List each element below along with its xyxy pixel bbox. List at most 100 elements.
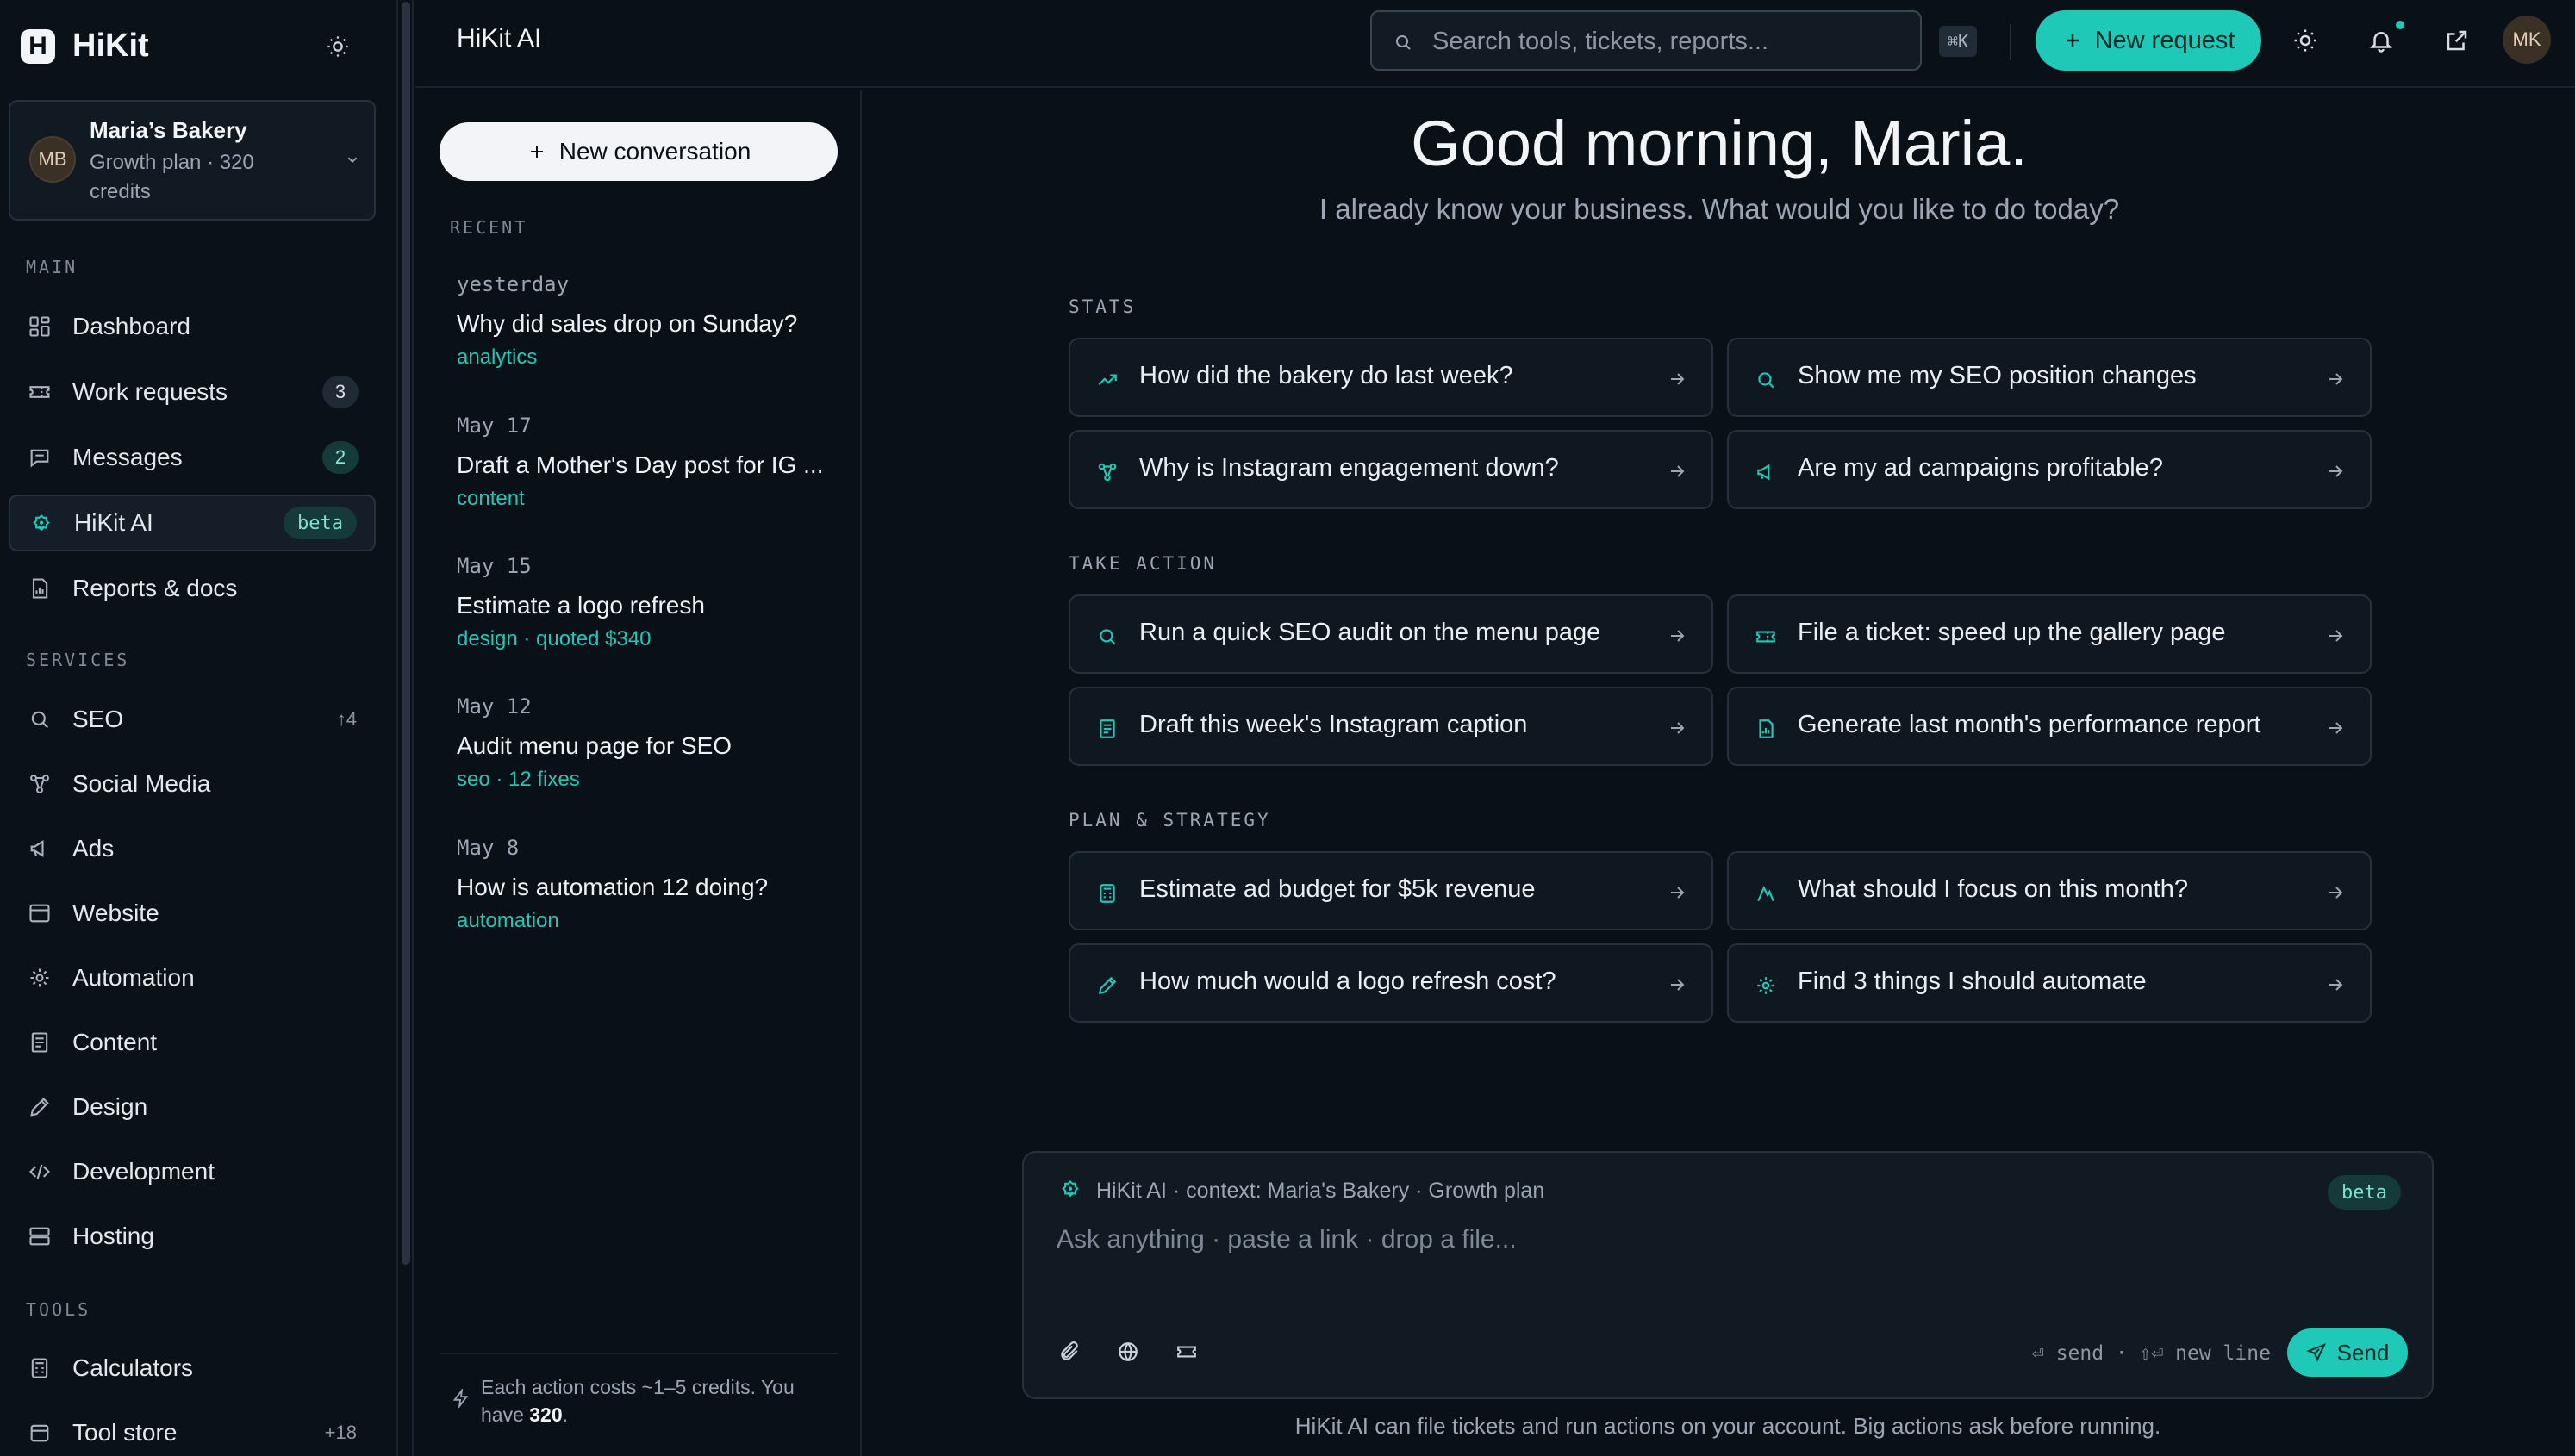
prompt-card[interactable]: How much would a logo refresh cost? — [1069, 943, 1713, 1023]
plus-icon — [530, 146, 543, 158]
notification-dot — [2396, 21, 2404, 29]
search-input[interactable]: Search tools, tickets, reports... — [1370, 10, 1922, 71]
group-label-plan-strategy: PLAN & STRATEGY — [1069, 810, 1271, 831]
bell-icon[interactable] — [2368, 28, 2394, 53]
calculator-icon — [28, 1356, 52, 1380]
browser-icon — [28, 901, 52, 925]
sidebar-item-development[interactable]: Development — [9, 1143, 376, 1200]
prompt-card[interactable]: File a ticket: speed up the gallery page — [1727, 594, 2372, 674]
network-icon — [1096, 461, 1119, 483]
group-label-take-action: TAKE ACTION — [1069, 553, 1218, 574]
prompt-card[interactable]: What should I focus on this month? — [1727, 851, 2372, 930]
credits-note-end: . — [562, 1403, 569, 1426]
prompt-card[interactable]: Show me my SEO position changes — [1727, 338, 2372, 417]
arrow-right-icon — [2325, 461, 2346, 482]
sidebar-item-work-requests[interactable]: Work requests 3 — [9, 364, 376, 420]
count-badge: 2 — [322, 441, 359, 474]
sidebar-item-label: Dashboard — [72, 313, 190, 339]
conversation-tag: seo · 12 fixes — [457, 768, 580, 791]
account-name: Maria’s Bakery — [90, 117, 247, 143]
ticket-icon — [28, 380, 52, 404]
sidebar-item-calculators[interactable]: Calculators — [9, 1340, 376, 1397]
paperclip-icon[interactable] — [1058, 1341, 1081, 1363]
sidebar-item-ads[interactable]: Ads — [9, 820, 376, 877]
conversation-item[interactable]: yesterday Why did sales drop on Sunday? … — [457, 272, 836, 374]
prompt-card[interactable]: Run a quick SEO audit on the menu page — [1069, 594, 1713, 674]
new-request-button[interactable]: New request — [2036, 10, 2261, 71]
sidebar-item-social-media[interactable]: Social Media — [9, 756, 376, 812]
sidebar-item-label: Ads — [72, 835, 115, 862]
prompt-card[interactable]: Generate last month's performance report — [1727, 687, 2372, 766]
prompt-card[interactable]: Estimate ad budget for $5k revenue — [1069, 851, 1713, 930]
arrow-right-icon — [2325, 625, 2346, 646]
scrollbar-thumb[interactable] — [402, 2, 410, 1265]
composer-footnote: HiKit AI can file tickets and run action… — [1294, 1413, 2161, 1439]
sidebar-item-content[interactable]: Content — [9, 1014, 376, 1071]
sun-icon[interactable] — [326, 34, 350, 59]
sidebar-item-label: Automation — [72, 964, 195, 991]
account-switcher[interactable]: MB Maria’s Bakery Growth plan · 320 cred… — [9, 100, 376, 221]
conversation-item[interactable]: May 12 Audit menu page for SEO seo · 12 … — [457, 694, 836, 796]
greeting-subtitle: I already know your business. What would… — [1319, 193, 2120, 225]
conversation-item[interactable]: May 17 Draft a Mother's Day post for IG … — [457, 414, 836, 515]
sidebar-item-dashboard[interactable]: Dashboard — [9, 298, 376, 355]
new-conversation-button[interactable]: New conversation — [440, 122, 838, 181]
ticket-icon[interactable] — [1175, 1341, 1198, 1363]
arrow-right-icon — [2325, 882, 2346, 903]
arrow-right-icon — [2325, 718, 2346, 738]
conversation-item[interactable]: May 8 How is automation 12 doing? automa… — [457, 836, 836, 937]
store-icon — [28, 1421, 52, 1445]
sidebar-item-label: HiKit AI — [74, 509, 153, 536]
sidebar-item-seo[interactable]: SEO ↑4 — [9, 691, 376, 748]
sidebar-item-label: Calculators — [72, 1354, 194, 1381]
sidebar-item-design[interactable]: Design — [9, 1079, 376, 1136]
arrow-right-icon — [1667, 882, 1687, 903]
keyboard-hint: ⏎ send · ⇧⏎ new line — [2032, 1342, 2271, 1365]
conversation-item[interactable]: May 15 Estimate a logo refresh design · … — [457, 554, 836, 656]
megaphone-icon — [1755, 461, 1777, 483]
arrow-right-icon — [1667, 369, 1687, 389]
sidebar-scrollbar[interactable] — [400, 0, 414, 1456]
sidebar-item-hosting[interactable]: Hosting — [9, 1208, 376, 1265]
sidebar-item-messages[interactable]: Messages 2 — [9, 429, 376, 486]
sidebar-item-tool-store[interactable]: Tool store +18 — [9, 1404, 376, 1456]
sidebar-item-label: Hosting — [72, 1223, 154, 1249]
globe-icon[interactable] — [1117, 1341, 1139, 1363]
brand[interactable]: H HiKit — [21, 28, 149, 65]
prompt-card[interactable]: Are my ad campaigns profitable? — [1727, 430, 2372, 509]
prompt-card[interactable]: Find 3 things I should automate — [1727, 943, 2372, 1023]
section-label-tools: TOOLS — [26, 1299, 91, 1320]
prompt-card[interactable]: How did the bakery do last week? — [1069, 338, 1713, 417]
prompt-card-label: Why is Instagram engagement down? — [1139, 454, 1559, 482]
section-label-services: SERVICES — [26, 650, 130, 670]
divider — [2010, 24, 2011, 60]
prompt-card[interactable]: Why is Instagram engagement down? — [1069, 430, 1713, 509]
sidebar-item-website[interactable]: Website — [9, 885, 376, 942]
credits-value: 320 — [529, 1403, 563, 1426]
sidebar-item-reports[interactable]: Reports & docs — [9, 560, 376, 617]
grid-icon — [28, 314, 52, 339]
sidebar-item-hikit-ai[interactable]: HiKit AI beta — [9, 495, 376, 551]
sidebar-item-automation[interactable]: Automation — [9, 949, 376, 1006]
conversation-tag: design · quoted $340 — [457, 627, 652, 650]
chat-composer: HiKit AI · context: Maria's Bakery · Gro… — [1022, 1151, 2434, 1399]
prompt-card-label: File a ticket: speed up the gallery page — [1798, 619, 2226, 646]
send-icon — [2305, 1343, 2326, 1362]
prompt-card-label: Estimate ad budget for $5k revenue — [1139, 875, 1536, 903]
message-input[interactable]: Ask anything · paste a link · drop a fil… — [1057, 1225, 2401, 1254]
sun-icon[interactable] — [2292, 28, 2318, 53]
prompt-card-label: Find 3 things I should automate — [1798, 968, 2147, 995]
sidebar-item-label: SEO — [72, 706, 124, 732]
prompt-card[interactable]: Draft this week's Instagram caption — [1069, 687, 1713, 766]
search-shortcut: ⌘K — [1939, 26, 1978, 57]
user-avatar[interactable]: MK — [2503, 16, 2551, 64]
document-icon — [28, 1030, 52, 1055]
search-icon — [1096, 625, 1119, 648]
arrow-right-icon — [1667, 974, 1687, 995]
arrow-right-icon — [1667, 625, 1687, 646]
sidebar-item-label: Development — [72, 1158, 215, 1185]
send-button[interactable]: Send — [2287, 1328, 2408, 1377]
prompt-card-label: Draft this week's Instagram caption — [1139, 711, 1528, 738]
external-link-icon[interactable] — [2444, 28, 2470, 53]
beta-badge: beta — [2328, 1175, 2401, 1210]
